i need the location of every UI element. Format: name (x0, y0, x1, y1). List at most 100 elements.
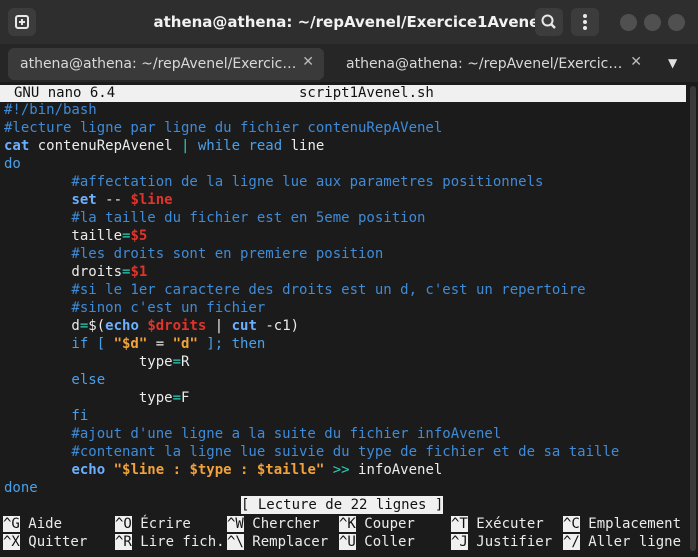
code-token: R (181, 354, 190, 370)
shortcut-item[interactable]: ^R Lire fich. (115, 533, 225, 551)
code-line: #lecture ligne par ligne du fichier cont… (4, 119, 442, 137)
shortcut-key: ^K (339, 516, 356, 532)
shortcut-item[interactable]: ^O Écrire (115, 515, 191, 533)
shortcut-label: Exécuter (467, 516, 544, 532)
shortcut-item[interactable]: ^U Coller (339, 533, 415, 551)
status-message: [ Lecture de 22 lignes ] (241, 496, 444, 514)
code-token: $droits (147, 318, 207, 334)
shortcut-key: ^W (227, 516, 244, 532)
shortcut-label: Aller ligne (579, 534, 682, 550)
code-token: "$d" (113, 336, 148, 352)
code-token: F (181, 390, 190, 406)
code-token: done (4, 480, 38, 496)
code-token: echo (71, 462, 106, 478)
code-token: fi (4, 408, 89, 424)
shortcut-key: ^/ (563, 534, 580, 550)
code-token: cat (4, 138, 30, 154)
shortcut-key: ^O (115, 516, 132, 532)
scrollbar[interactable] (690, 86, 696, 551)
code-line: fi (4, 407, 88, 425)
shortcut-key: ^T (451, 516, 468, 532)
code-line: do (4, 155, 21, 173)
close-window-button[interactable] (668, 14, 685, 31)
shortcut-key: ^U (339, 534, 356, 550)
shortcut-label: Aide (19, 516, 63, 532)
shortcut-key: ^X (3, 534, 20, 550)
tab-1[interactable]: athena@athena: ~/repAvenel/Exercic… ✕ (8, 48, 324, 80)
shortcut-label: Coller (355, 534, 415, 550)
code-token: echo (105, 318, 139, 334)
shortcut-label: Quitter (19, 534, 88, 550)
shortcut-label: Emplacement (579, 516, 682, 532)
code-token: line (290, 138, 325, 154)
tabs-dropdown-icon[interactable]: ▼ (668, 56, 677, 70)
tab-1-close-icon[interactable]: ✕ (302, 54, 314, 70)
shortcut-item[interactable]: ^/ Aller ligne (563, 533, 681, 551)
shortcut-key: ^\ (227, 534, 244, 550)
code-token: -c1) (256, 318, 300, 334)
shortcut-label: Remplacer (243, 534, 329, 550)
code-line: cat contenuRepAvenel | while read line (4, 137, 324, 155)
shortcut-key: ^R (115, 534, 132, 550)
search-button[interactable] (535, 8, 563, 36)
shortcut-item[interactable]: ^X Quitter (3, 533, 87, 551)
search-icon (541, 14, 556, 29)
code-token: taille (4, 228, 123, 244)
code-token: = (147, 336, 173, 352)
code-token: "d" (172, 336, 198, 352)
shortcut-label: Lire fich. (131, 534, 225, 550)
code-line: droits=$1 (4, 263, 147, 281)
nano-version: GNU nano 6.4 (14, 85, 116, 101)
shortcut-key: ^J (451, 534, 468, 550)
tab-bar: athena@athena: ~/repAvenel/Exercic… ✕ at… (0, 44, 698, 82)
code-line: #les droits sont en premiere position (4, 245, 383, 263)
code-token: $5 (130, 228, 148, 244)
maximize-button[interactable] (644, 14, 661, 31)
minimize-button[interactable] (620, 14, 637, 31)
code-token: -- (96, 192, 131, 208)
code-token: do (4, 156, 21, 172)
code-token: >> (332, 462, 350, 478)
code-token: = (172, 354, 182, 370)
shortcut-item[interactable]: ^C Emplacement (563, 515, 681, 533)
shortcut-item[interactable]: ^\ Remplacer (227, 533, 328, 551)
code-token: d (4, 318, 80, 334)
terminal-content[interactable]: GNU nano 6.4 script1Avenel.sh #!/bin/bas… (0, 82, 698, 557)
code-line: #sinon c'est un fichier (4, 299, 265, 317)
kebab-menu-icon (583, 14, 587, 30)
code-token: #si le 1er caractere des droits est un d… (4, 282, 586, 298)
code-line: if [ "$d" = "d" ]; then (4, 335, 265, 353)
title-bar: athena@athena: ~/repAvenel/Exercice1Aven… (0, 0, 698, 44)
shortcut-label: Écrire (131, 516, 191, 532)
code-line: set -- $line (4, 191, 172, 209)
code-token: #affectation de la ligne lue aux paramet… (4, 174, 544, 190)
code-token: #les droits sont en premiere position (4, 246, 384, 262)
code-line: else (4, 371, 105, 389)
menu-button[interactable] (571, 8, 599, 36)
shortcut-item[interactable]: ^K Couper (339, 515, 415, 533)
code-line: echo "$line : $type : $taille" >> infoAv… (4, 461, 442, 479)
code-token: type (4, 354, 173, 370)
code-token: #contenant la ligne lue suivie du type d… (4, 444, 620, 460)
shortcut-item[interactable]: ^T Exécuter (451, 515, 544, 533)
code-token: | (206, 318, 232, 334)
shortcut-item[interactable]: ^G Aide (3, 515, 62, 533)
shortcut-label: Justifier (467, 534, 553, 550)
code-line: done (4, 479, 38, 497)
tab-2[interactable]: athena@athena: ~/repAvenel/Exercic… ✕ (334, 48, 652, 80)
tab-2-label: athena@athena: ~/repAvenel/Exercic… (346, 56, 623, 72)
code-token: else (4, 372, 106, 388)
shortcut-item[interactable]: ^W Chercher (227, 515, 320, 533)
code-token: #ajout d'une ligne a la suite du fichier… (4, 426, 502, 442)
code-token: infoAvenel (349, 462, 443, 478)
shortcut-key: ^G (3, 516, 20, 532)
code-token: contenuRepAvenel (29, 138, 182, 154)
code-token: #sinon c'est un fichier (4, 300, 266, 316)
nano-header: GNU nano 6.4 script1Avenel.sh (0, 85, 686, 102)
tab-2-close-icon[interactable]: ✕ (630, 54, 642, 70)
code-token: #!/bin/bash (4, 102, 97, 118)
shortcut-item[interactable]: ^J Justifier (451, 533, 552, 551)
